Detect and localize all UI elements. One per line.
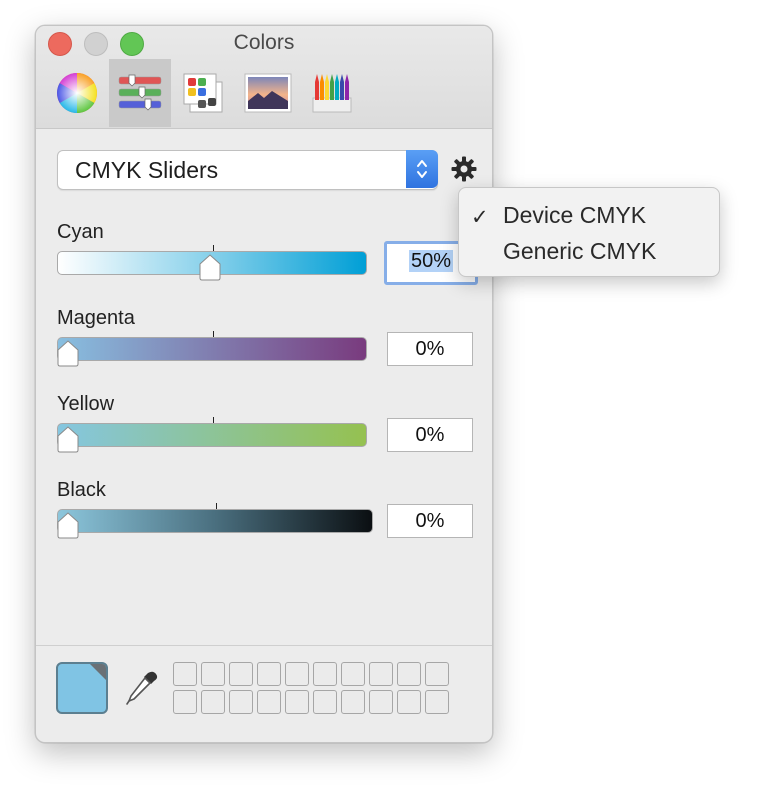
popup-arrows-icon [406, 150, 438, 188]
swatch-cell[interactable] [369, 662, 393, 686]
swatch-cell[interactable] [257, 690, 281, 714]
magenta-slider[interactable] [57, 331, 367, 367]
tab-color-wheel[interactable] [46, 59, 108, 127]
menu-item-device-cmyk[interactable]: ✓ Device CMYK [459, 196, 719, 232]
color-mode-label: CMYK Sliders [75, 157, 219, 183]
color-wheel-icon [57, 73, 97, 113]
cyan-slider-thumb[interactable] [198, 254, 222, 282]
slider-midpoint-tick [213, 245, 214, 251]
color-palettes-icon [183, 73, 223, 113]
swatch-cell[interactable] [173, 662, 197, 686]
black-slider[interactable] [57, 503, 373, 539]
cyan-slider[interactable] [57, 245, 367, 281]
slider-midpoint-tick [213, 331, 214, 337]
black-slider-thumb[interactable] [56, 512, 80, 540]
window-title: Colors [233, 31, 295, 54]
cyan-value-text: 50% [408, 250, 454, 272]
magenta-label: Magenta [57, 307, 135, 329]
swatch-cell[interactable] [257, 662, 281, 686]
swatch-cell[interactable] [397, 662, 421, 686]
swatch-cell[interactable] [229, 662, 253, 686]
cyan-label: Cyan [57, 221, 104, 243]
swatch-cell[interactable] [313, 662, 337, 686]
swatch-cell[interactable] [313, 690, 337, 714]
swatch-cell[interactable] [425, 690, 449, 714]
swatch-cell[interactable] [173, 690, 197, 714]
swatch-cell[interactable] [285, 690, 309, 714]
tab-sliders[interactable] [109, 59, 171, 127]
color-well-corner [89, 664, 106, 681]
swatch-cell[interactable] [341, 690, 365, 714]
tab-pencils[interactable] [301, 59, 363, 127]
color-profile-menu: ✓ Device CMYK Generic CMYK [458, 187, 720, 277]
pencils-icon [312, 74, 352, 113]
yellow-label: Yellow [57, 393, 115, 415]
yellow-slider-thumb[interactable] [56, 426, 80, 454]
menu-item-generic-cmyk[interactable]: Generic CMYK [459, 232, 719, 268]
swatch-cell[interactable] [341, 662, 365, 686]
black-label: Black [57, 479, 106, 501]
slider-midpoint-tick [216, 503, 217, 509]
yellow-value-field[interactable]: 0% [387, 418, 473, 452]
sliders-icon [118, 74, 162, 111]
checkmark-icon: ✓ [471, 206, 489, 229]
color-mode-popup[interactable]: CMYK Sliders [57, 150, 438, 190]
yellow-slider[interactable] [57, 417, 367, 453]
magenta-slider-thumb[interactable] [56, 340, 80, 368]
divider [36, 645, 492, 646]
black-value-field[interactable]: 0% [387, 504, 473, 538]
image-palettes-icon [244, 73, 292, 113]
tab-color-palettes[interactable] [173, 59, 235, 127]
title-bar: Colors [36, 26, 492, 129]
menu-item-label: Generic CMYK [503, 238, 657, 264]
gear-icon[interactable] [451, 156, 477, 187]
menu-item-label: Device CMYK [503, 202, 647, 228]
tab-image-palettes[interactable] [237, 59, 299, 127]
colors-window: Colors CMYK Sliders Cyan 50% Magenta 0% … [35, 25, 493, 743]
swatch-cell[interactable] [285, 662, 309, 686]
current-color-well[interactable] [56, 662, 108, 714]
eyedropper-icon[interactable] [124, 670, 158, 711]
swatch-cell[interactable] [397, 690, 421, 714]
swatch-cell[interactable] [201, 662, 225, 686]
swatch-cell[interactable] [201, 690, 225, 714]
swatch-cell[interactable] [425, 662, 449, 686]
slider-midpoint-tick [213, 417, 214, 423]
magenta-value-field[interactable]: 0% [387, 332, 473, 366]
swatch-cell[interactable] [369, 690, 393, 714]
swatch-cell[interactable] [229, 690, 253, 714]
